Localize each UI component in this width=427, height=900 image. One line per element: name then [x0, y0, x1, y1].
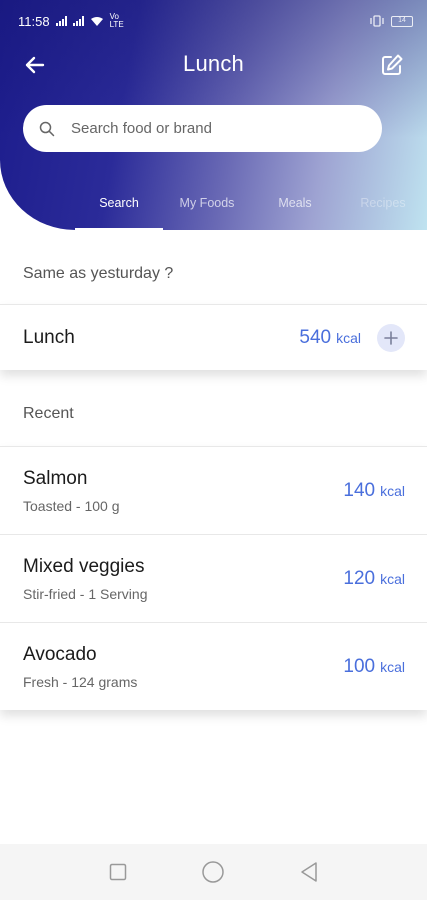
back-button[interactable]	[20, 50, 50, 80]
edit-button[interactable]	[377, 50, 407, 80]
top-bar: Lunch	[0, 44, 427, 84]
add-meal-button[interactable]	[377, 323, 405, 352]
food-name: Avocado	[23, 643, 97, 665]
back-nav-button[interactable]	[294, 857, 324, 887]
same-as-yesterday-label: Same as yesturday ?	[23, 265, 174, 282]
wifi-icon	[90, 16, 103, 26]
tab-meals[interactable]: Meals	[251, 188, 339, 230]
recents-button[interactable]	[103, 857, 133, 887]
recent-list: Salmon Toasted - 100 g 140 kcal Mixed ve…	[0, 446, 427, 710]
recent-label: Recent	[23, 405, 74, 422]
kcal-value: 140	[343, 479, 376, 501]
food-name: Salmon	[23, 467, 88, 489]
plus-icon	[384, 330, 398, 345]
page-title: Lunch	[183, 51, 244, 76]
kcal-unit: kcal	[380, 570, 405, 587]
kcal-value: 540	[299, 326, 332, 348]
header: 11:58 Vo LTE 14 Lunch Search food or bra…	[0, 0, 427, 230]
search-bar[interactable]	[23, 105, 382, 152]
food-detail: Toasted - 100 g	[23, 497, 120, 514]
circle-icon	[202, 861, 225, 883]
food-detail: Fresh - 124 grams	[23, 673, 138, 690]
food-detail: Stir-fried - 1 Serving	[23, 585, 148, 602]
kcal-value: 100	[343, 655, 376, 677]
kcal-value: 120	[343, 567, 376, 589]
search-input[interactable]	[71, 120, 351, 137]
meal-calories: 540 kcal	[299, 327, 361, 349]
tab-my-foods[interactable]: My Foods	[163, 188, 251, 230]
network-label: Vo LTE	[109, 12, 124, 29]
home-button[interactable]	[198, 857, 228, 887]
tab-search[interactable]: Search	[75, 188, 163, 230]
search-icon	[39, 121, 55, 136]
same-as-yesterday-card[interactable]: Lunch 540 kcal	[0, 304, 427, 370]
kcal-unit: kcal	[336, 329, 361, 346]
square-icon	[109, 863, 127, 881]
edit-icon	[382, 54, 403, 75]
vibrate-icon	[370, 15, 384, 27]
tab-bar: Search My Foods Meals Recipes	[75, 188, 427, 230]
kcal-unit: kcal	[380, 658, 405, 675]
list-item[interactable]: Avocado Fresh - 124 grams 100 kcal	[0, 622, 427, 710]
battery-icon: 14	[391, 15, 413, 27]
kcal-unit: kcal	[380, 482, 405, 499]
triangle-back-icon	[301, 862, 317, 882]
tab-recipes[interactable]: Recipes	[339, 188, 427, 230]
status-bar: 11:58 Vo LTE 14	[0, 0, 427, 42]
signal-icon-2	[72, 16, 84, 26]
arrow-left-icon	[25, 56, 45, 74]
status-time: 11:58	[18, 13, 50, 29]
system-nav-bar	[0, 844, 427, 900]
signal-icon	[55, 16, 67, 26]
food-calories: 100 kcal	[343, 656, 405, 678]
list-item[interactable]: Salmon Toasted - 100 g 140 kcal	[0, 446, 427, 534]
food-name: Mixed veggies	[23, 555, 145, 577]
food-calories: 120 kcal	[343, 568, 405, 590]
list-item[interactable]: Mixed veggies Stir-fried - 1 Serving 120…	[0, 534, 427, 622]
food-calories: 140 kcal	[343, 480, 405, 502]
meal-name: Lunch	[23, 326, 75, 348]
